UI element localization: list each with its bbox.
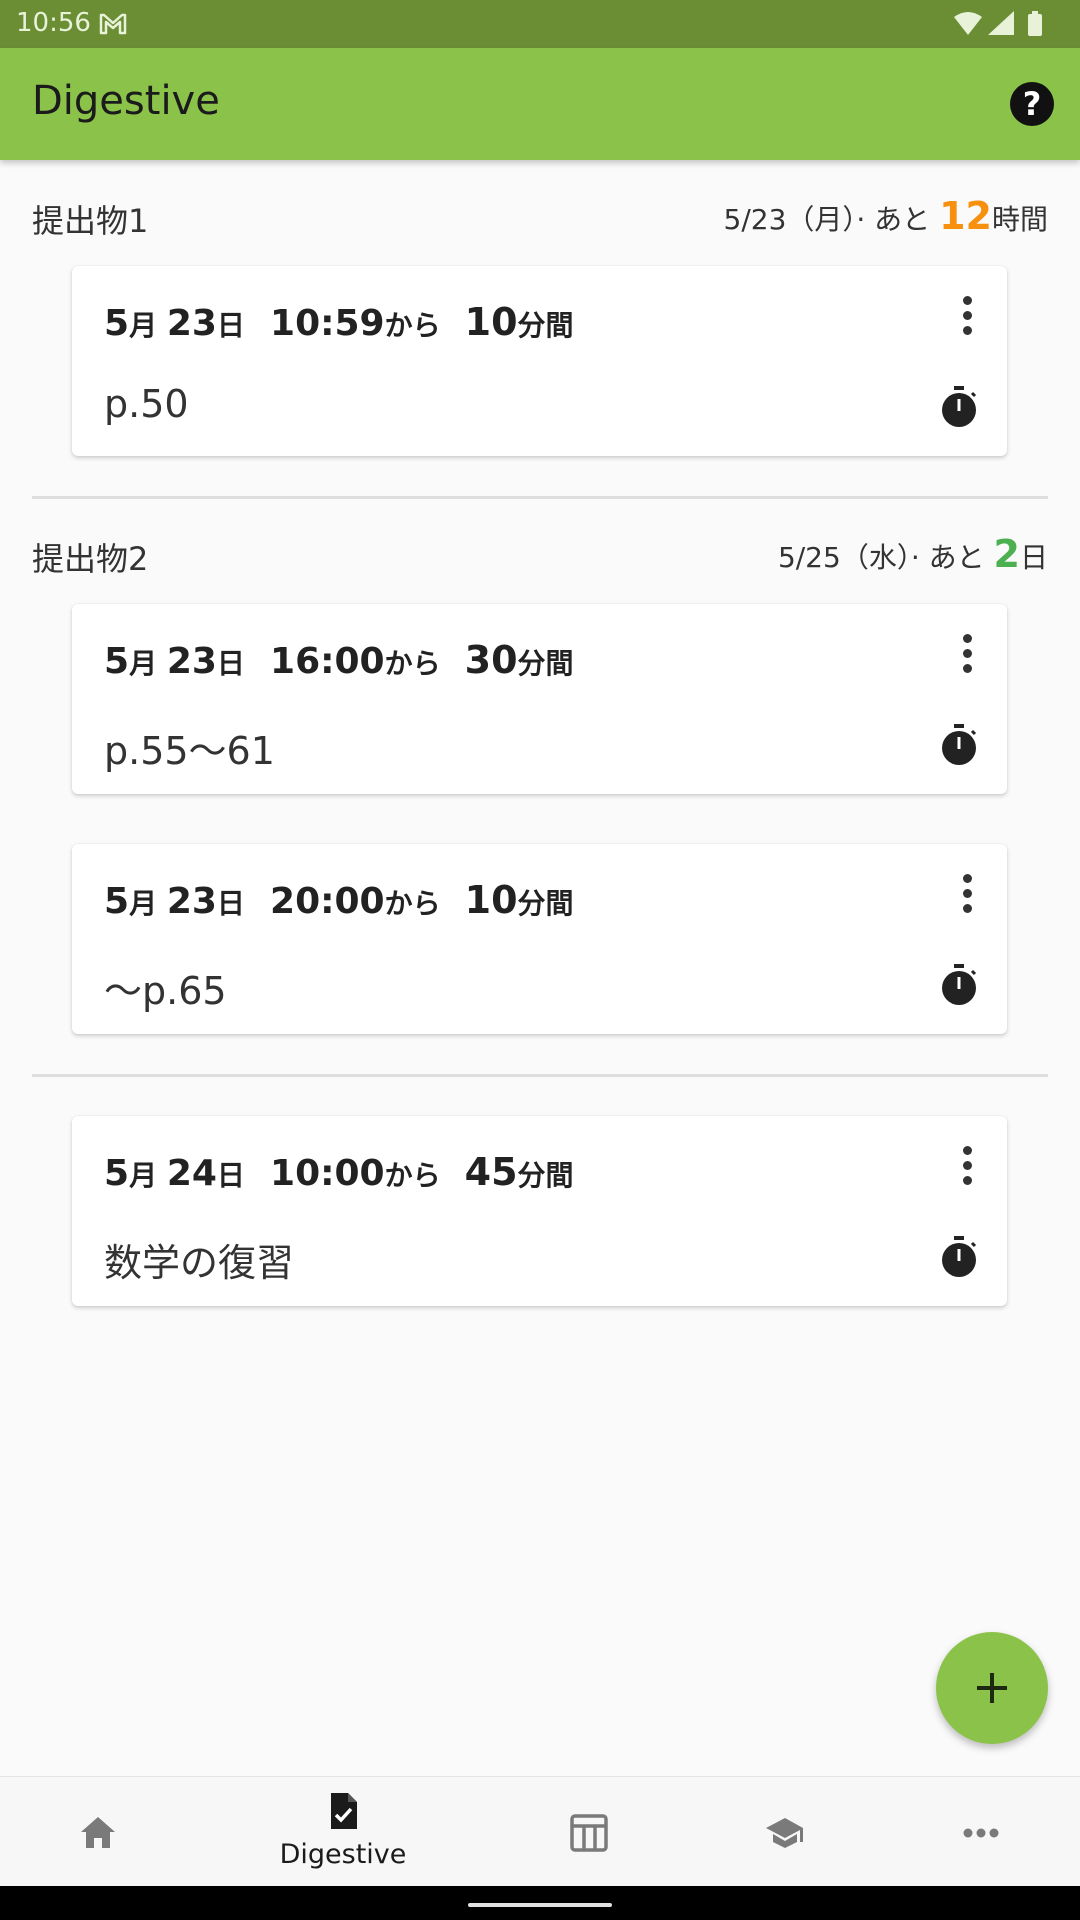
due-date: 5/23（月）· あと [723, 203, 940, 236]
more-vert-icon[interactable] [961, 296, 973, 336]
bottom-navigation: Digestive [0, 1776, 1080, 1887]
timetable-icon [570, 1814, 608, 1852]
card-note: p.50 [104, 382, 189, 426]
due-remaining-unit: 日 [1019, 541, 1048, 574]
section-divider [32, 1074, 1048, 1077]
due-remaining-count: 2 [993, 532, 1020, 576]
stopwatch-icon[interactable] [939, 722, 979, 768]
group-header: 提出物2 5/25（水）· あと 2日 [32, 528, 1048, 578]
gesture-handle[interactable] [468, 1903, 612, 1907]
status-time: 10:56 [16, 8, 91, 38]
schedule-card[interactable]: 5月 23日 20:00から 10分間 〜p.65 [72, 844, 1007, 1034]
group-due-info: 5/23（月）· あと 12時間 [724, 194, 1049, 238]
card-duration: 10 [464, 878, 518, 922]
card-time: 5月 23日 16:00から 30分間 [104, 638, 574, 682]
nav-label: Digestive [279, 1839, 407, 1870]
group-due-info: 5/25（水）· あと 2日 [778, 532, 1048, 576]
assignment-check-icon [331, 1793, 357, 1829]
gmail-notification-icon [99, 13, 127, 35]
stopwatch-icon[interactable] [939, 384, 979, 430]
school-cap-icon [766, 1818, 803, 1848]
status-bar: 10:56 [0, 0, 1080, 48]
card-note: p.55〜61 [104, 729, 275, 773]
section-divider [32, 496, 1048, 499]
system-gesture-bar [0, 1886, 1080, 1920]
nav-item-more[interactable] [883, 1777, 1079, 1887]
due-date: 5/25（水）· あと [777, 541, 994, 574]
more-vert-icon[interactable] [961, 1146, 973, 1186]
battery-icon [1028, 14, 1042, 36]
group-title: 提出物2 [32, 540, 149, 578]
card-time: 5月 24日 10:00から 45分間 [104, 1150, 574, 1194]
group-header: 提出物1 5/23（月）· あと 12時間 [32, 190, 1048, 240]
due-remaining-unit: 時間 [991, 203, 1048, 236]
nav-item-home[interactable] [0, 1777, 196, 1887]
app-bar: Digestive ? [0, 48, 1080, 160]
schedule-card[interactable]: 5月 23日 10:59から 10分間 p.50 [72, 266, 1007, 456]
more-vert-icon[interactable] [961, 634, 973, 674]
schedule-card[interactable]: 5月 23日 16:00から 30分間 p.55〜61 [72, 604, 1007, 794]
help-icon[interactable]: ? [1010, 82, 1054, 126]
nav-item-school[interactable] [687, 1777, 883, 1887]
wifi-icon [954, 12, 982, 35]
more-horizontal-icon [963, 1828, 999, 1838]
card-duration: 45 [464, 1150, 518, 1194]
card-duration: 30 [464, 638, 518, 682]
card-duration: 10 [464, 300, 518, 344]
due-remaining-count: 12 [939, 194, 992, 238]
more-vert-icon[interactable] [961, 874, 973, 914]
system-status-icons [954, 11, 1042, 36]
stopwatch-icon[interactable] [939, 962, 979, 1008]
stopwatch-icon[interactable] [939, 1234, 979, 1280]
nav-item-timetable[interactable] [491, 1777, 687, 1887]
add-fab-button[interactable] [936, 1632, 1048, 1744]
schedule-card[interactable]: 5月 24日 10:00から 45分間 数学の復習 [72, 1116, 1007, 1306]
home-icon [81, 1817, 115, 1848]
group-title: 提出物1 [32, 202, 149, 240]
card-note: 数学の復習 [104, 1241, 295, 1285]
app-title: Digestive [32, 78, 220, 124]
card-time: 5月 23日 10:59から 10分間 [104, 300, 574, 344]
card-time: 5月 23日 20:00から 10分間 [104, 878, 574, 922]
nav-item-digestive[interactable]: Digestive [245, 1777, 441, 1887]
card-note: 〜p.65 [104, 969, 227, 1013]
cell-signal-icon [988, 11, 1014, 35]
